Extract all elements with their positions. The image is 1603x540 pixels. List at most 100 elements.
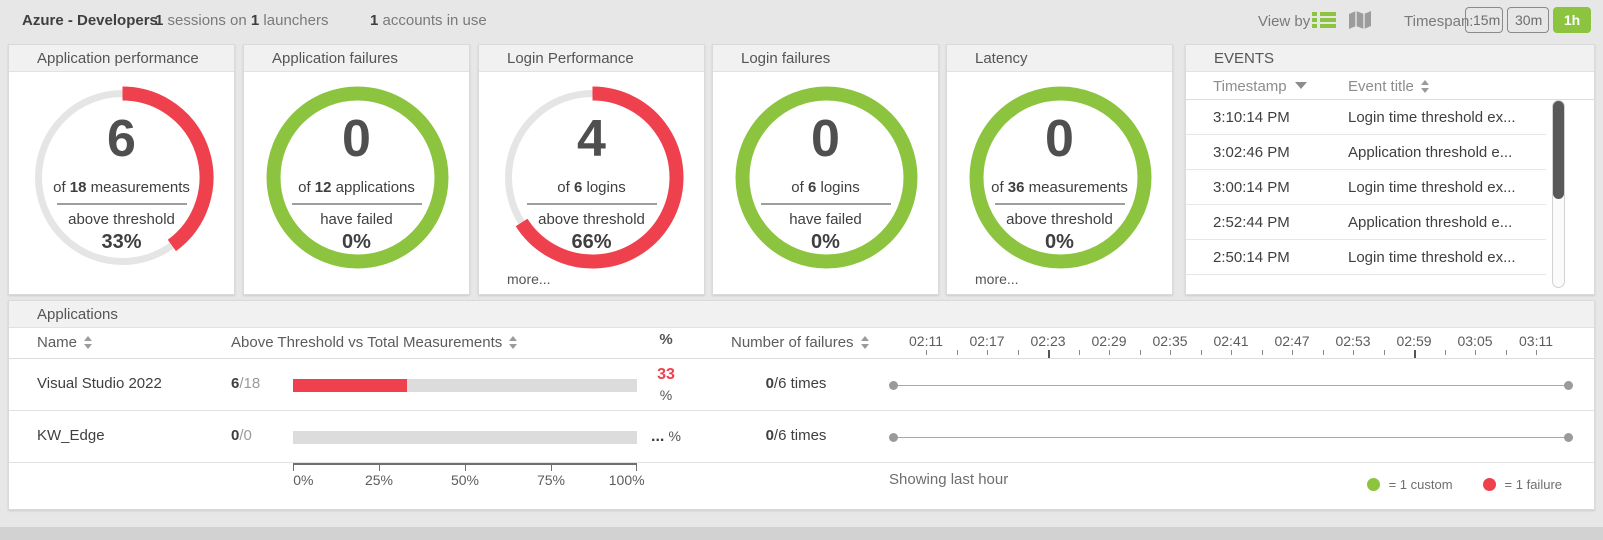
gauge-status-line: above threshold	[538, 211, 645, 228]
application-name: Visual Studio 2022	[37, 375, 162, 392]
sort-desc-icon	[1295, 82, 1307, 89]
sort-name[interactable]: Name	[37, 334, 93, 351]
gauge-of-line: of 6 logins	[557, 179, 625, 196]
accounts-text: accounts in use	[383, 12, 487, 29]
map-view-icon[interactable]	[1348, 10, 1372, 30]
gauge-value: 4	[577, 112, 606, 167]
timespan-label: Timespan:	[1404, 13, 1473, 30]
timespan-1h-button[interactable]: 1h	[1553, 7, 1591, 33]
gauge-value: 0	[1045, 112, 1074, 167]
green-dot-icon	[1367, 478, 1380, 491]
sessions-count: 1	[155, 12, 163, 29]
gauge-of-line: of 12 applications	[298, 179, 415, 196]
gauge-of-line: of 6 logins	[791, 179, 859, 196]
gauge-divider	[527, 203, 657, 205]
event-row[interactable]: 2:52:44 PM Application threshold e...	[1186, 205, 1546, 240]
event-timestamp: 2:52:44 PM	[1213, 205, 1290, 240]
gauge: 6 of 18 measurements above threshold 33%	[9, 72, 234, 294]
application-row-kw-edge[interactable]: KW_Edge 0/0 ... % 0/6 times	[9, 411, 1594, 463]
threshold-bar-fill	[293, 379, 407, 392]
gauge-status-line: above threshold	[1006, 211, 1113, 228]
more-link[interactable]: more...	[975, 271, 1019, 287]
gauge-divider	[57, 203, 187, 205]
events-scrollbar-track[interactable]	[1552, 100, 1565, 288]
gauge-percent: 0%	[811, 231, 840, 254]
event-row[interactable]: 3:10:14 PM Login time threshold ex...	[1186, 100, 1546, 135]
window-bottom-edge	[0, 527, 1603, 540]
dashboard-screen: Azure - Developers 1 sessions on 1 launc…	[0, 0, 1603, 540]
gauge-divider	[292, 203, 422, 205]
gauge-value: 0	[342, 112, 371, 167]
timespan-30m-button[interactable]: 30m	[1507, 7, 1549, 33]
event-timestamp: 2:50:14 PM	[1213, 240, 1290, 275]
more-link[interactable]: more...	[507, 271, 551, 287]
gauge-status-line: have failed	[320, 211, 393, 228]
percent-axis: 0% 25% 50% 75% 100%	[293, 463, 637, 489]
card-title: Application performance	[9, 45, 234, 72]
failures-cell: 0/6 times	[721, 375, 871, 392]
gauge-card-latency: Latency 0 of 36 measurements above thres…	[946, 44, 1173, 295]
gauge-value: 0	[811, 112, 840, 167]
events-column-header: Timestamp Event title	[1186, 72, 1594, 100]
events-panel: EVENTS Timestamp Event title 3:10:14 PM …	[1185, 44, 1595, 295]
showing-last-hour-note: Showing last hour	[889, 471, 1008, 488]
card-title: Login Performance	[479, 45, 704, 72]
event-timestamp: 3:00:14 PM	[1213, 170, 1290, 205]
event-title: Application threshold e...	[1348, 205, 1512, 240]
gauge-card-application-failures: Application failures 0 of 12 application…	[243, 44, 470, 295]
list-view-icon[interactable]	[1312, 12, 1336, 29]
gauge: 0 of 12 applications have failed 0%	[244, 72, 469, 294]
gauge-status-line: have failed	[789, 211, 862, 228]
event-timestamp: 3:10:14 PM	[1213, 100, 1290, 135]
gauge-card-login-performance: Login Performance 4 of 6 logins above th…	[478, 44, 705, 295]
card-title: Latency	[947, 45, 1172, 72]
event-row[interactable]: 3:02:46 PM Application threshold e...	[1186, 135, 1546, 170]
sort-both-icon	[509, 336, 518, 349]
sort-percent[interactable]: %	[643, 331, 689, 348]
legend-failure: = 1 failure	[1483, 477, 1562, 492]
event-title: Login time threshold ex...	[1348, 170, 1516, 205]
gauge-card-login-failures: Login failures 0 of 6 logins have failed…	[712, 44, 939, 295]
applications-column-header: Name Above Threshold vs Total Measuremen…	[9, 329, 1594, 359]
legend-custom: = 1 custom	[1367, 477, 1453, 492]
sort-measurements[interactable]: Above Threshold vs Total Measurements	[231, 334, 518, 351]
event-title: Login time threshold ex...	[1348, 100, 1516, 135]
card-title: Login failures	[713, 45, 938, 72]
gauge-percent: 0%	[1045, 231, 1074, 254]
card-title: Application failures	[244, 45, 469, 72]
sort-both-icon	[84, 336, 93, 349]
failures-cell: 0/6 times	[721, 427, 871, 444]
event-row[interactable]: 2:50:14 PM Login time threshold ex...	[1186, 240, 1546, 275]
gauge-percent: 0%	[342, 231, 371, 254]
red-dot-icon	[1483, 478, 1496, 491]
event-title: Login time threshold ex...	[1348, 240, 1516, 275]
gauge-percent: 33%	[101, 231, 141, 254]
sort-failures[interactable]: Number of failures	[731, 334, 870, 351]
threshold-bar	[293, 431, 637, 444]
measurements-count: 0/0	[231, 427, 252, 444]
percent-cell: ... %	[643, 426, 689, 447]
events-sort-timestamp[interactable]: Timestamp	[1213, 78, 1307, 95]
events-title: EVENTS	[1186, 45, 1594, 72]
gauge-card-application-performance: Application performance 6 of 18 measurem…	[8, 44, 235, 295]
sessions-stat: 1 sessions on 1 launchers	[155, 12, 328, 29]
gauge: 4 of 6 logins above threshold 66%	[479, 72, 704, 294]
timeline-track	[891, 437, 1571, 438]
application-name: KW_Edge	[37, 427, 105, 444]
events-sort-title[interactable]: Event title	[1348, 78, 1430, 95]
application-row-visual-studio[interactable]: Visual Studio 2022 6/18 33 % 0/6 times	[9, 359, 1594, 411]
timespan-15m-button[interactable]: 15m	[1465, 7, 1503, 33]
launchers-count: 1	[251, 12, 259, 29]
event-row[interactable]: 3:00:14 PM Login time threshold ex...	[1186, 170, 1546, 205]
top-bar: Azure - Developers 1 sessions on 1 launc…	[0, 0, 1603, 40]
sessions-text: sessions on	[168, 12, 247, 29]
gauge-percent: 66%	[571, 231, 611, 254]
events-scrollbar-thumb[interactable]	[1553, 101, 1564, 199]
view-by-label: View by	[1258, 13, 1310, 30]
accounts-stat: 1 accounts in use	[370, 12, 487, 29]
gauge-of-line: of 18 measurements	[53, 179, 190, 196]
event-timestamp: 3:02:46 PM	[1213, 135, 1290, 170]
dashboard-title: Azure - Developers	[22, 12, 158, 29]
launchers-text: launchers	[263, 12, 328, 29]
gauge-status-line: above threshold	[68, 211, 175, 228]
